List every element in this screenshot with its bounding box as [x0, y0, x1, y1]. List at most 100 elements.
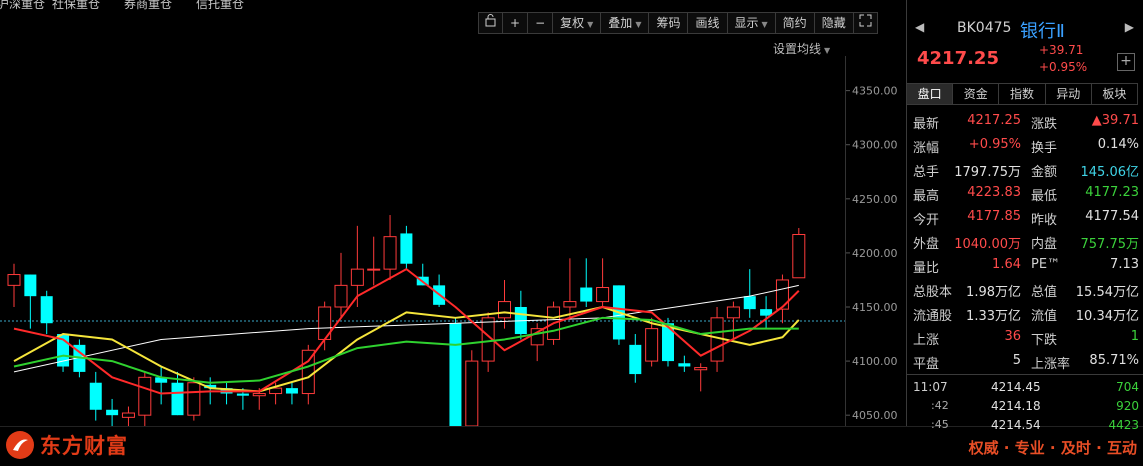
- current-price: 4217.25: [917, 48, 999, 69]
- candle-body-down: [171, 382, 184, 416]
- next-stock-icon[interactable]: ▶: [1125, 20, 1134, 34]
- lock-icon[interactable]: [479, 13, 503, 33]
- overlay-label: 叠加: [608, 16, 633, 30]
- adjust-label: 复权: [560, 16, 585, 30]
- quote-value: 4177.85: [967, 209, 1021, 224]
- candle-body-down: [629, 344, 642, 375]
- candle-body-up: [792, 234, 806, 279]
- quote-value: 1797.75万: [954, 165, 1021, 180]
- stock-name: 银行Ⅱ: [1020, 21, 1065, 42]
- y-tick-label: 4350.00: [852, 85, 898, 98]
- quote-label: 涨跌: [1031, 117, 1058, 132]
- quote-value: 4217.25: [967, 113, 1021, 128]
- quote-label: 下跌: [1031, 333, 1058, 348]
- change-amount: +39.71: [1039, 43, 1084, 57]
- category-tab[interactable]: 社保重仓: [52, 0, 100, 10]
- quote-value: 145.06亿: [1080, 165, 1140, 180]
- tick-volume: 4423: [1108, 418, 1139, 432]
- tick-row: :45 4214.54 4423: [913, 417, 1139, 436]
- add-watchlist-button[interactable]: +: [1117, 53, 1135, 71]
- quote-label: 平盘: [913, 357, 940, 372]
- zoom-out-button[interactable]: −: [528, 13, 554, 33]
- quote-value: 5: [1012, 353, 1021, 368]
- quote-value: 85.71%: [1089, 353, 1139, 368]
- y-tick-label: 4200.00: [852, 247, 898, 260]
- display-dropdown[interactable]: 显示 ▼: [728, 13, 776, 33]
- tick-time: :45: [931, 418, 949, 431]
- quote-row: 最新 4217.25 涨跌 ▲39.71: [913, 110, 1139, 134]
- quote-value: 757.75万: [1080, 237, 1140, 252]
- quote-label: 总手: [913, 165, 940, 180]
- y-tick-label: 4050.00: [852, 409, 898, 422]
- tick-volume: 704: [1116, 380, 1139, 394]
- candle-body-up: [383, 236, 397, 270]
- tab-sectors[interactable]: 板块: [1092, 84, 1139, 104]
- adjust-dropdown[interactable]: 复权 ▼: [553, 13, 602, 33]
- quote-label: 最低: [1031, 189, 1058, 204]
- caret-down-icon: ▼: [824, 46, 831, 55]
- ma-settings-label: 设置均线: [773, 42, 822, 56]
- quote-row: 量比 1.64 PE™ 7.13: [913, 254, 1139, 278]
- candle-body-up: [563, 301, 577, 308]
- candle-body-up: [726, 306, 740, 319]
- y-tick-label: 4100.00: [852, 355, 898, 368]
- quote-value: ▲39.71: [1091, 113, 1139, 128]
- top-category-strip: 沪深重仓 社保重仓 券商重仓 信托重仓: [0, 0, 906, 10]
- quote-row: 平盘 5 上涨率 85.71%: [913, 350, 1139, 374]
- quote-table: 最新 4217.25 涨跌 ▲39.71 涨幅 +0.95% 换手 0.14% 总手 1797.7…: [913, 110, 1139, 374]
- candle-body-down: [743, 296, 756, 310]
- quote-value: 1040.00万: [954, 237, 1021, 252]
- draw-line-button[interactable]: 画线: [688, 13, 728, 33]
- quote-label: PE™: [1031, 257, 1061, 272]
- quote-label: 流通股: [913, 309, 953, 324]
- expand-icon[interactable]: [854, 13, 877, 33]
- quote-value: +0.95%: [968, 137, 1021, 152]
- quote-row: 今开 4177.85 昨收 4177.54: [913, 206, 1139, 230]
- quote-value: 4223.83: [967, 185, 1021, 200]
- quote-panel: ◀ BK0475 银行Ⅱ ▶ 4217.25 +39.71 +0.95% + 盘…: [906, 0, 1143, 432]
- quote-value: 1.33万亿: [966, 309, 1021, 324]
- quote-label: 总值: [1031, 285, 1058, 300]
- quote-label: 外盘: [913, 237, 940, 252]
- divider: [907, 374, 1143, 375]
- zoom-in-button[interactable]: +: [503, 13, 529, 33]
- category-tab[interactable]: 沪深重仓: [0, 0, 45, 10]
- quote-value: 7.13: [1110, 257, 1139, 272]
- quote-label: 涨幅: [913, 141, 940, 156]
- candle-body-up: [694, 367, 708, 371]
- caret-down-icon: ▼: [635, 20, 642, 29]
- candle-body-down: [24, 274, 37, 297]
- simple-button[interactable]: 简约: [776, 13, 815, 33]
- tab-alerts[interactable]: 异动: [1046, 84, 1092, 104]
- overlay-dropdown[interactable]: 叠加 ▼: [601, 13, 650, 33]
- candle-body-down: [285, 388, 298, 394]
- candle-body-up: [121, 412, 135, 418]
- chip-button[interactable]: 筹码: [649, 13, 689, 33]
- tick-time: 11:07: [913, 380, 948, 394]
- category-tab[interactable]: 券商重仓: [124, 0, 172, 10]
- quote-row: 总手 1797.75万 金额 145.06亿: [913, 158, 1139, 182]
- candlestick-chart[interactable]: 4350.00 4300.00 4250.00 4200.00 4150.00 4100.…: [0, 56, 905, 426]
- tab-index[interactable]: 指数: [999, 84, 1046, 104]
- quote-row: 外盘 1040.00万 内盘 757.75万: [913, 230, 1139, 254]
- quote-label: 最新: [913, 117, 940, 132]
- stock-header: ◀ BK0475 银行Ⅱ ▶: [907, 14, 1143, 44]
- category-tab[interactable]: 信托重仓: [196, 0, 244, 10]
- candle-body-down: [106, 409, 119, 416]
- quote-label: 换手: [1031, 141, 1058, 156]
- quote-label: 昨收: [1031, 213, 1058, 228]
- candle-body-down: [89, 382, 102, 410]
- tick-price: 4214.45: [991, 380, 1041, 394]
- ma-settings-dropdown[interactable]: 设置均线 ▼: [773, 40, 830, 57]
- prev-stock-icon[interactable]: ◀: [915, 20, 924, 34]
- quote-value: 15.54万亿: [1075, 285, 1139, 300]
- tab-orderbook[interactable]: 盘口: [907, 84, 954, 104]
- quote-value: 0.14%: [1097, 137, 1139, 152]
- caret-down-icon: ▼: [587, 20, 594, 29]
- candle-body-up: [367, 268, 381, 271]
- tab-funds[interactable]: 资金: [953, 84, 1000, 104]
- candle-body-up: [350, 268, 364, 286]
- hide-button[interactable]: 隐藏: [815, 13, 854, 33]
- candle-body-down: [40, 296, 53, 324]
- quote-row: 上涨 36 下跌 1: [913, 326, 1139, 350]
